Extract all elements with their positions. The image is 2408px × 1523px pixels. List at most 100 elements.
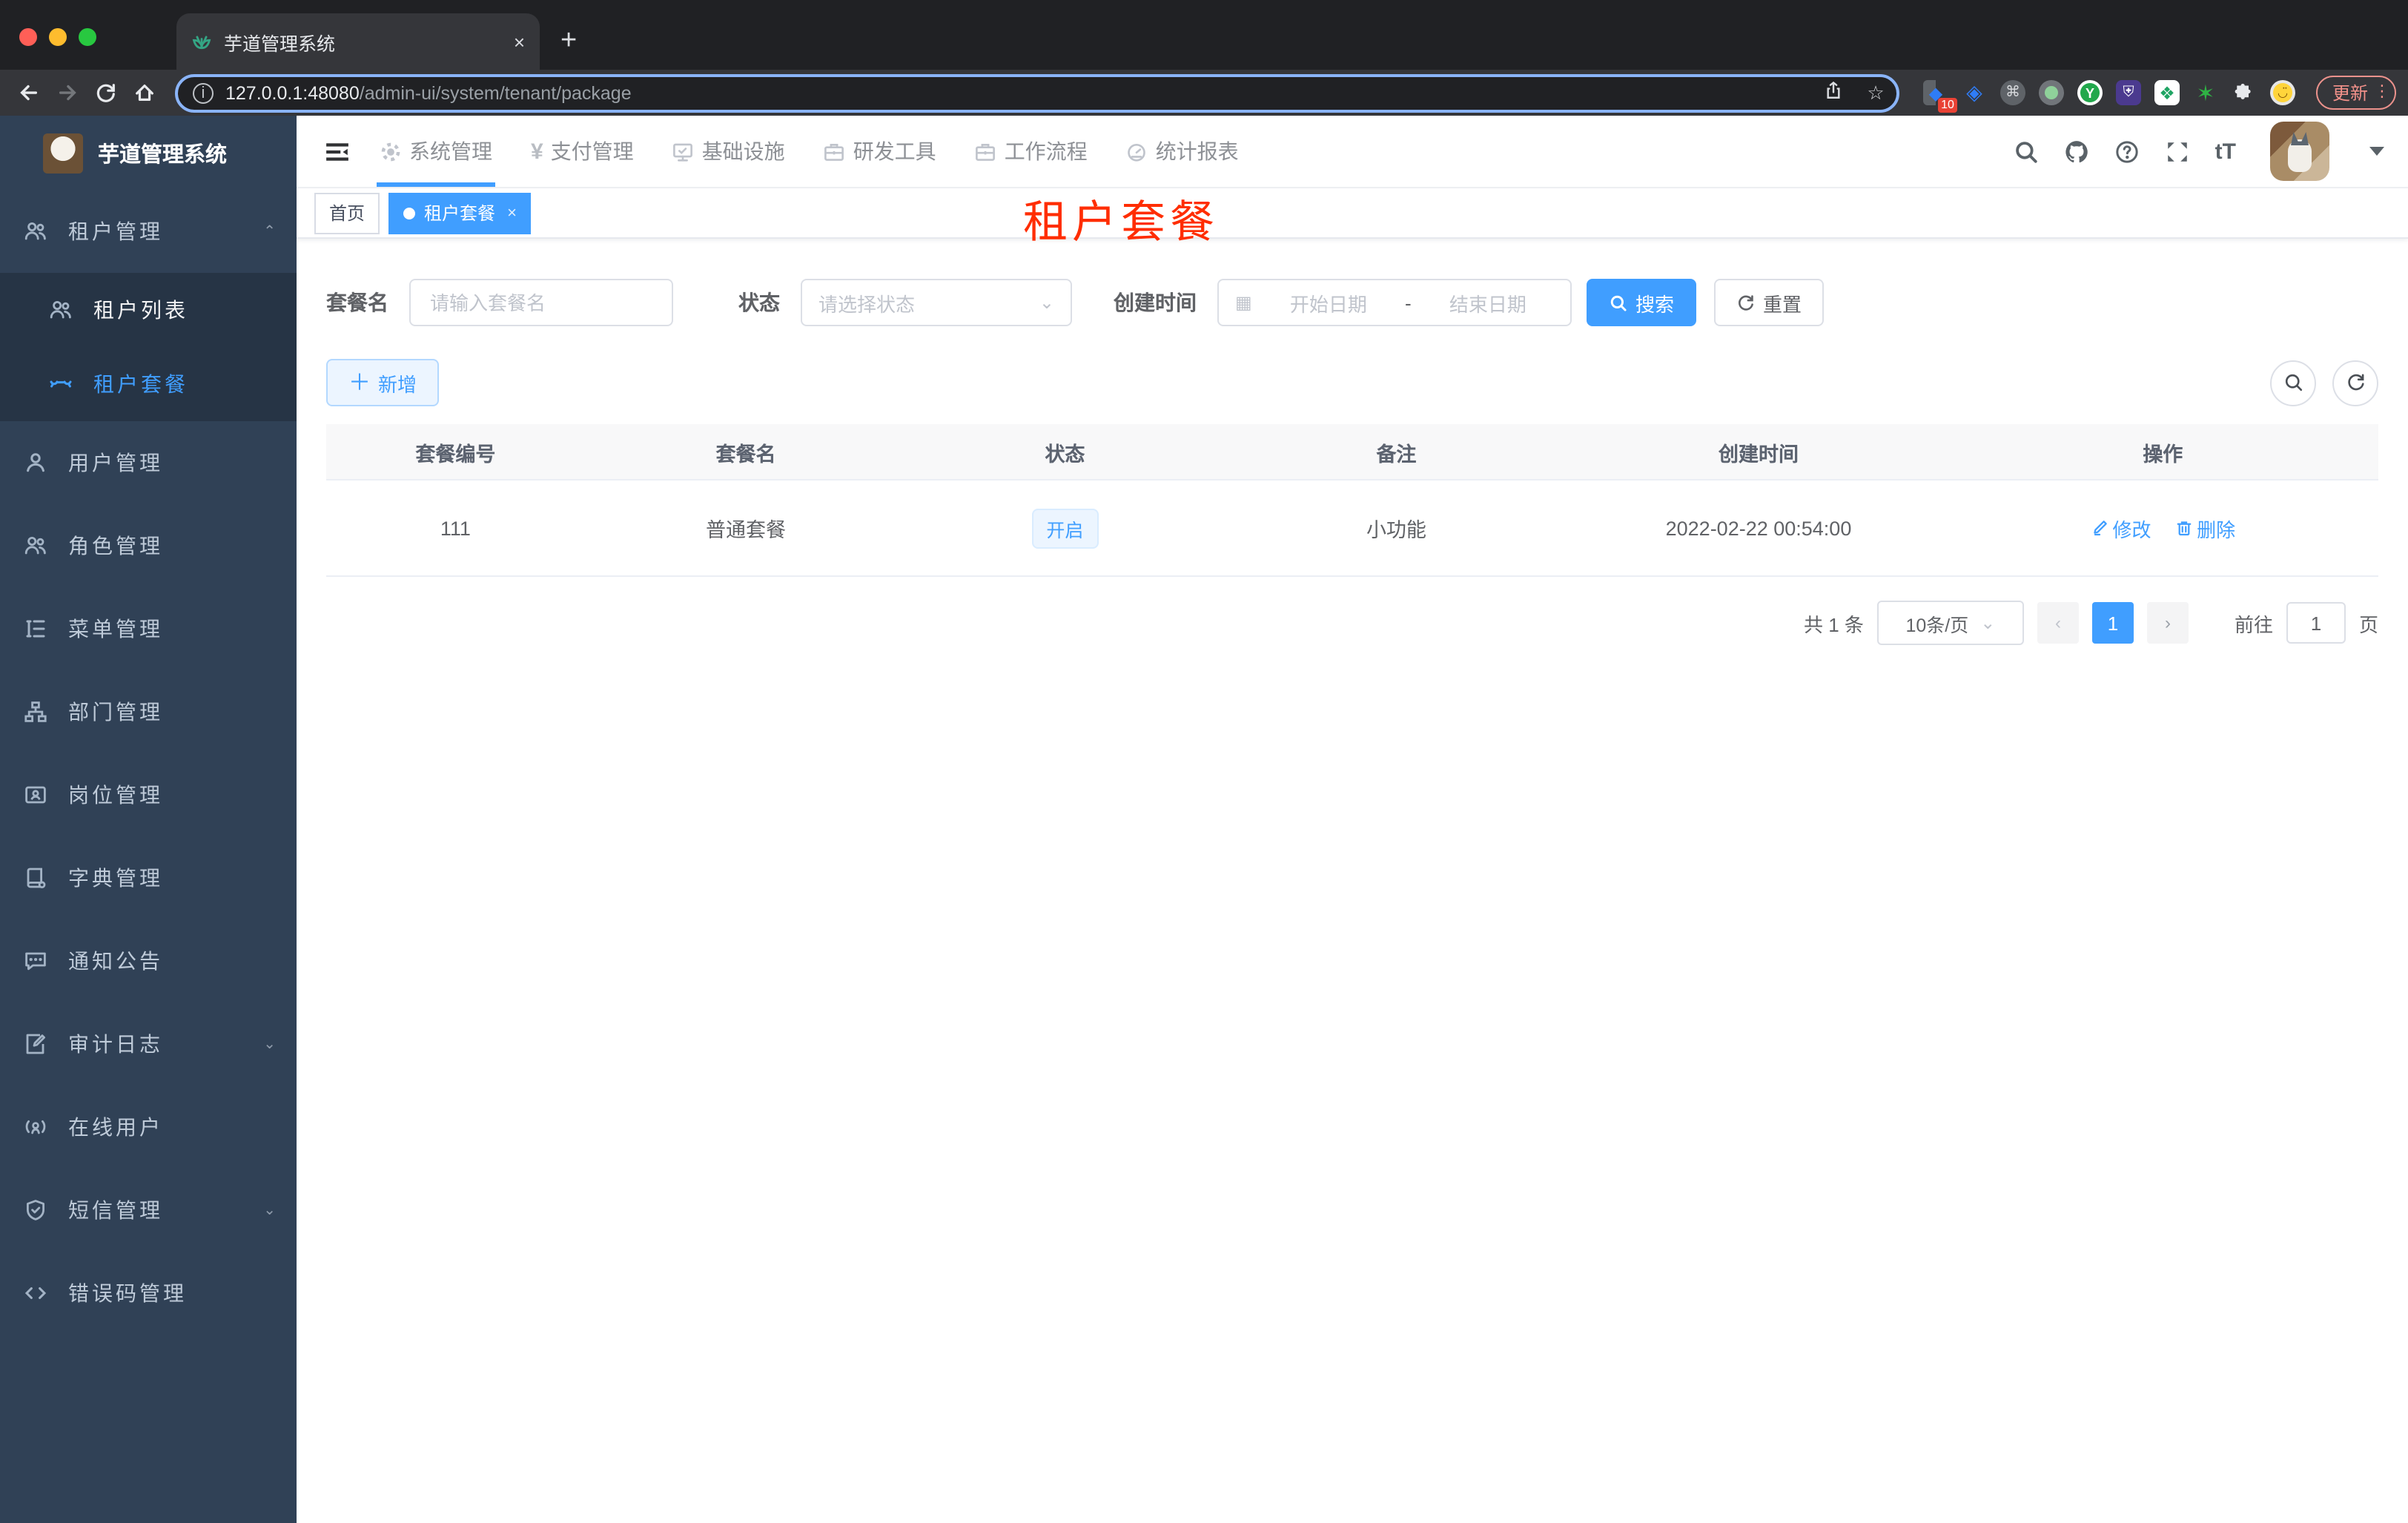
cell-package-name: 普通套餐 bbox=[584, 480, 907, 577]
tree-list-icon bbox=[26, 620, 45, 638]
url-bar[interactable]: i 127.0.0.1:48080/admin-ui/system/tenant… bbox=[175, 73, 1899, 112]
ext-gem-icon[interactable]: ◈ bbox=[1962, 80, 1987, 105]
ext-recorder-icon[interactable] bbox=[2038, 80, 2064, 105]
sidebar-submenu-tenant: 租户列表 租户套餐 bbox=[0, 273, 297, 421]
tag-home[interactable]: 首页 bbox=[314, 192, 380, 234]
sidebar-item-audit-log[interactable]: 审计日志 ⌄ bbox=[0, 1002, 297, 1086]
time-filter-label: 创建时间 bbox=[1114, 291, 1197, 314]
package-name-input[interactable] bbox=[427, 290, 655, 315]
monitor-icon bbox=[673, 142, 693, 161]
filter-form: 套餐名 状态 请选择状态 ⌄ 创建时间 ▦ 开始日期 - 结束日期 bbox=[326, 279, 2378, 326]
reset-button[interactable]: 重置 bbox=[1714, 279, 1825, 326]
tag-close-icon[interactable]: × bbox=[507, 204, 517, 222]
tab-infrastructure[interactable]: 基础设施 bbox=[672, 116, 785, 187]
new-tab-button[interactable]: + bbox=[560, 25, 577, 58]
sidebar-item-tenant-mgmt[interactable]: 租户管理 ⌃ bbox=[0, 190, 297, 273]
sidebar-item-role-mgmt[interactable]: 角色管理 bbox=[0, 504, 297, 587]
page-size-select[interactable]: 10条/页 ⌄ bbox=[1876, 601, 2024, 645]
search-button[interactable]: 搜索 bbox=[1587, 279, 1697, 326]
tags-view-bar: 首页 租户套餐 × bbox=[297, 188, 2408, 239]
github-icon[interactable] bbox=[2064, 139, 2089, 164]
app-title: 芋道管理系统 bbox=[98, 143, 227, 167]
user-avatar[interactable] bbox=[2270, 122, 2329, 181]
sidebar-item-tenant-list[interactable]: 租户列表 bbox=[0, 273, 297, 347]
avatar-caret-icon[interactable] bbox=[2369, 147, 2384, 163]
sidebar-item-error-code[interactable]: 错误码管理 bbox=[0, 1252, 297, 1335]
ext-shield-icon[interactable]: ⛨ bbox=[2115, 80, 2141, 105]
sidebar-item-sms-mgmt[interactable]: 短信管理 ⌄ bbox=[0, 1169, 297, 1252]
ext-chat-icon[interactable]: ❖ bbox=[2154, 80, 2180, 105]
site-info-icon[interactable]: i bbox=[193, 82, 214, 103]
prev-page-button[interactable]: ‹ bbox=[2037, 602, 2079, 644]
ext-y-icon[interactable]: Y bbox=[2077, 80, 2103, 105]
show-search-button[interactable] bbox=[2270, 360, 2316, 406]
sidebar-item-online-users[interactable]: 在线用户 bbox=[0, 1086, 297, 1169]
tab-system-mgmt[interactable]: 系统管理 bbox=[377, 116, 495, 187]
back-button[interactable] bbox=[12, 76, 44, 109]
goto-label: 前往 bbox=[2234, 613, 2273, 635]
tab-dev-tools[interactable]: 研发工具 bbox=[824, 116, 936, 187]
fullscreen-icon[interactable] bbox=[2165, 139, 2190, 164]
trash-icon bbox=[2176, 521, 2191, 536]
content: 套餐名 状态 请选择状态 ⌄ 创建时间 ▦ 开始日期 - 结束日期 bbox=[297, 279, 2408, 645]
reload-button[interactable] bbox=[89, 76, 122, 109]
sidebar-item-dict-mgmt[interactable]: 字典管理 bbox=[0, 836, 297, 919]
favicon-plant-icon bbox=[192, 36, 211, 50]
ext-command-icon[interactable]: ⌘ bbox=[2000, 80, 2025, 105]
search-icon[interactable] bbox=[2014, 139, 2039, 164]
add-button[interactable]: ＋ 新增 bbox=[326, 359, 440, 406]
date-range-picker[interactable]: ▦ 开始日期 - 结束日期 bbox=[1217, 279, 1572, 326]
share-icon[interactable] bbox=[1819, 80, 1849, 105]
browser-menu-icon[interactable]: ⋮ bbox=[2374, 84, 2390, 100]
delete-link[interactable]: 删除 bbox=[2174, 514, 2235, 542]
window-close-button[interactable] bbox=[19, 28, 37, 46]
sidebar-item-post-mgmt[interactable]: 岗位管理 bbox=[0, 753, 297, 836]
window-minimize-button[interactable] bbox=[49, 28, 67, 46]
ext-tasks-icon[interactable]: ◆ 10 bbox=[1922, 80, 1957, 113]
tab-workflow[interactable]: 工作流程 bbox=[975, 116, 1088, 187]
browser-toolbar: i 127.0.0.1:48080/admin-ui/system/tenant… bbox=[0, 70, 2408, 116]
edit-link[interactable]: 修改 bbox=[2091, 514, 2151, 542]
app-header: 系统管理 ¥ 支付管理 基础设施 研发工具 工作流程 统计报表 tT bbox=[297, 116, 2408, 188]
tab-close-icon[interactable]: × bbox=[514, 30, 525, 53]
home-button[interactable] bbox=[128, 76, 160, 109]
ext-emoji-icon[interactable]: ◡̈ bbox=[2269, 80, 2295, 105]
online-user-icon bbox=[25, 1120, 46, 1134]
next-page-button[interactable]: › bbox=[2146, 602, 2189, 644]
browser-tab[interactable]: 芋道管理系统 × bbox=[176, 13, 540, 70]
dictionary-icon bbox=[27, 868, 46, 889]
tab-payment-mgmt[interactable]: ¥ 支付管理 bbox=[531, 116, 634, 187]
col-package-id: 套餐编号 bbox=[326, 424, 585, 480]
page-1-button[interactable]: 1 bbox=[2091, 602, 2134, 644]
screen: 芋道管理系统 × + i 127.0.0.1:48080/admin-ui/sy… bbox=[0, 0, 2408, 1523]
col-remark: 备注 bbox=[1223, 424, 1570, 480]
sidebar-item-dept-mgmt[interactable]: 部门管理 bbox=[0, 670, 297, 753]
refresh-icon bbox=[1739, 294, 1753, 310]
goto-page-input[interactable] bbox=[2286, 602, 2346, 644]
tag-tenant-package[interactable]: 租户套餐 × bbox=[388, 192, 532, 234]
glasses-icon bbox=[50, 380, 72, 388]
page-title-annotation: 租户套餐 bbox=[1023, 199, 1219, 248]
forward-button[interactable] bbox=[50, 76, 83, 109]
users-icon bbox=[24, 537, 46, 555]
refresh-table-button[interactable] bbox=[2332, 360, 2378, 406]
main-area: 系统管理 ¥ 支付管理 基础设施 研发工具 工作流程 统计报表 tT 首页 租户… bbox=[297, 116, 2408, 1523]
browser-update-button[interactable]: 更新 ⋮ bbox=[2315, 76, 2396, 110]
tab-reports[interactable]: 统计报表 bbox=[1126, 116, 1239, 187]
status-badge: 开启 bbox=[1031, 508, 1099, 548]
help-icon[interactable] bbox=[2114, 139, 2140, 164]
sidebar-logo[interactable]: 芋道管理系统 bbox=[0, 116, 297, 190]
font-size-icon[interactable]: tT bbox=[2215, 139, 2236, 164]
sidebar: 芋道管理系统 租户管理 ⌃ 租户列表 租户套餐 用户管理 角色管理 菜单管理 部… bbox=[0, 116, 297, 1523]
sidebar-collapse-icon[interactable] bbox=[311, 126, 362, 176]
start-date-placeholder: 开始日期 bbox=[1289, 293, 1367, 315]
bookmark-star-icon[interactable]: ☆ bbox=[1861, 81, 1891, 105]
status-select[interactable]: 请选择状态 ⌄ bbox=[801, 279, 1072, 326]
sidebar-item-tenant-package[interactable]: 租户套餐 bbox=[0, 347, 297, 421]
ext-puzzle-icon[interactable] bbox=[2232, 80, 2257, 105]
sidebar-item-notice[interactable]: 通知公告 bbox=[0, 919, 297, 1002]
sidebar-item-menu-mgmt[interactable]: 菜单管理 bbox=[0, 587, 297, 670]
ext-star-icon[interactable]: ✶ bbox=[2193, 80, 2218, 106]
sidebar-item-user-mgmt[interactable]: 用户管理 bbox=[0, 421, 297, 504]
window-zoom-button[interactable] bbox=[79, 28, 96, 46]
